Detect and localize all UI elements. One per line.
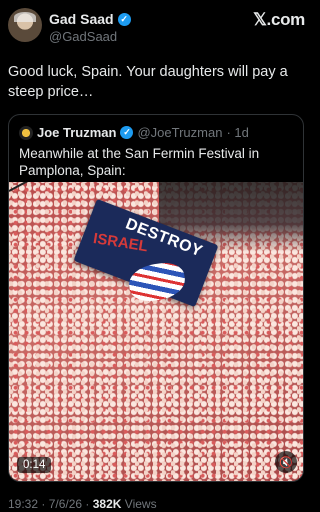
quoted-author-name: Joe Truzman [37, 125, 117, 140]
verified-badge-icon: ✓ [117, 12, 131, 26]
quoted-tweet-card[interactable]: Joe Truzman ✓ @JoeTruzman · 1d Meanwhile… [8, 114, 304, 482]
x-logo: 𝕏.com [253, 10, 305, 29]
quoted-author-handle: @JoeTruzman [137, 125, 223, 140]
quoted-author-avatar [19, 125, 33, 140]
author-avatar[interactable] [8, 8, 42, 42]
author-name[interactable]: Gad Saad [49, 11, 114, 27]
tweet-header: Gad Saad ✓ @GadSaad 𝕏.com [8, 6, 305, 46]
muted-speaker-icon[interactable]: 🔇 [275, 451, 297, 473]
author-name-row: Gad Saad ✓ [49, 11, 131, 27]
quoted-tweet-text: Meanwhile at the San Fermin Festival in … [19, 146, 260, 178]
tweet-text: Good luck, Spain. Your daughters will pa… [8, 64, 288, 100]
views-label: Views [124, 497, 157, 511]
flag-pole [9, 182, 59, 192]
quoted-tweet-age: · 1d [226, 125, 249, 140]
author-handle[interactable]: @GadSaad [49, 29, 117, 44]
verified-badge-icon: ✓ [120, 126, 134, 139]
views-count: 382K [92, 497, 122, 511]
tweet-date[interactable]: 7/6/26 [49, 497, 82, 511]
quoted-tweet-header: Joe Truzman ✓ @JoeTruzman · 1d [19, 125, 249, 140]
tweet-meta: 19:32 · 7/6/26 · 382K Views [8, 497, 157, 511]
video-player[interactable]: DESTROY ISRAEL 0:14 🔇 [9, 182, 303, 481]
tweet-time[interactable]: 19:32 [8, 497, 38, 511]
video-duration: 0:14 [17, 457, 52, 473]
